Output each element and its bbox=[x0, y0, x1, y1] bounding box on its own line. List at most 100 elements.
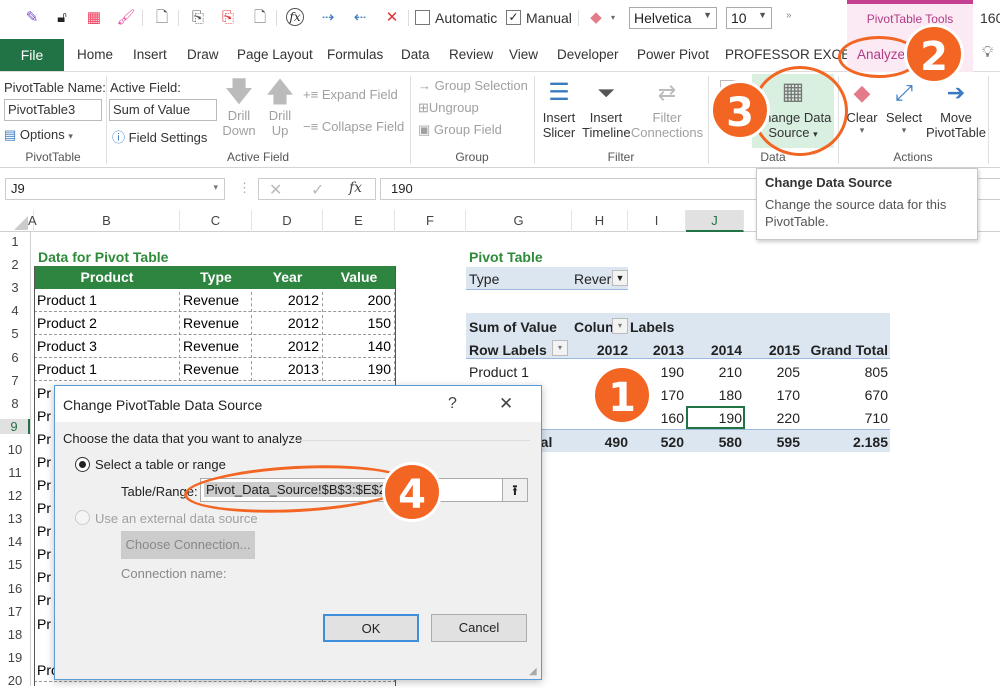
source-cell[interactable]: Pr bbox=[37, 500, 51, 516]
pivottable-name-input[interactable]: PivotTable3 bbox=[4, 99, 102, 121]
source-cell[interactable]: Revenue bbox=[180, 338, 252, 359]
expand-field-button[interactable]: +≡ Expand Field bbox=[303, 87, 398, 102]
insert-function-icon[interactable]: fx bbox=[349, 180, 362, 196]
source-cell[interactable]: 2013 bbox=[252, 361, 323, 382]
tab-view[interactable]: View bbox=[509, 47, 538, 62]
source-cell[interactable]: 140 bbox=[323, 338, 395, 359]
source-cell[interactable]: Pr bbox=[37, 523, 51, 539]
tab-home[interactable]: Home bbox=[77, 47, 113, 62]
radio-select-range[interactable] bbox=[75, 457, 90, 472]
link-icon[interactable]: 🗋 bbox=[152, 8, 172, 28]
select-all-icon[interactable] bbox=[14, 216, 28, 230]
pivot-cell[interactable]: 210 bbox=[684, 364, 742, 380]
automatic-checkbox[interactable] bbox=[415, 10, 430, 25]
format-painter-icon[interactable]: 🖌︎ bbox=[116, 8, 136, 28]
pivot-row-total[interactable]: 670 bbox=[800, 387, 888, 403]
source-cell[interactable]: Revenue bbox=[180, 292, 252, 312]
group-field-button[interactable]: ▣ Group Field bbox=[418, 122, 502, 138]
filter-icon[interactable]: ▼ bbox=[612, 270, 628, 286]
source-cell[interactable]: Pr bbox=[37, 546, 51, 562]
pivot-cell[interactable]: 170 bbox=[744, 387, 800, 403]
row-header-8[interactable]: 8 bbox=[0, 396, 30, 411]
ok-button[interactable]: OK bbox=[323, 614, 419, 642]
tab-formulas[interactable]: Formulas bbox=[327, 47, 383, 62]
column-header-g[interactable]: G bbox=[466, 210, 572, 232]
source-cell[interactable]: 2012 bbox=[252, 292, 323, 312]
cancel-button[interactable]: Cancel bbox=[431, 614, 527, 642]
source-cell[interactable]: Pr bbox=[37, 385, 51, 401]
source-cell[interactable]: 2012 bbox=[252, 315, 323, 336]
source-cell[interactable]: Pr bbox=[37, 569, 51, 585]
drill-down-button[interactable]: 🡇 Drill Down bbox=[222, 76, 256, 138]
column-header-i[interactable]: I bbox=[628, 210, 686, 232]
row-header-2[interactable]: 2 bbox=[0, 257, 30, 272]
row-header-14[interactable]: 14 bbox=[0, 534, 30, 549]
font-size-combo[interactable]: 10 ▼ bbox=[726, 7, 772, 29]
delete-page-break-icon[interactable]: ⎘ bbox=[218, 8, 238, 28]
choose-connection-button[interactable]: Choose Connection... bbox=[121, 531, 255, 559]
column-header-c[interactable]: C bbox=[180, 210, 252, 232]
row-header-17[interactable]: 17 bbox=[0, 604, 30, 619]
row-header-1[interactable]: 1 bbox=[0, 234, 30, 249]
source-cell[interactable]: Revenue bbox=[180, 361, 252, 382]
row-header-7[interactable]: 7 bbox=[0, 373, 30, 388]
source-cell[interactable]: Pr bbox=[37, 592, 51, 608]
tab-page-layout[interactable]: Page Layout bbox=[237, 47, 313, 62]
column-header-h[interactable]: H bbox=[572, 210, 628, 232]
row-header-3[interactable]: 3 bbox=[0, 280, 30, 295]
drill-up-button[interactable]: 🡅 Drill Up bbox=[263, 76, 297, 138]
cancel-icon[interactable]: ✕ bbox=[269, 180, 282, 200]
lock-icon[interactable]: 🔓︎ bbox=[52, 8, 72, 28]
source-cell[interactable]: Pr bbox=[37, 477, 51, 493]
source-cell[interactable]: 150 bbox=[323, 315, 395, 336]
more-commands-icon[interactable]: » bbox=[786, 10, 792, 21]
pivot-row-label[interactable]: Product 1 bbox=[469, 364, 529, 380]
select-button[interactable]: ⤢ Select ▾ bbox=[884, 76, 924, 136]
row-header-12[interactable]: 12 bbox=[0, 488, 30, 503]
pivot-cell[interactable]: 220 bbox=[744, 410, 800, 426]
form-icon[interactable]: ▦ bbox=[84, 8, 104, 28]
collapse-field-button[interactable]: −≡ Collapse Field bbox=[303, 119, 404, 134]
active-cell-j9[interactable] bbox=[686, 406, 745, 429]
field-settings-button[interactable]: ⓘ Field Settings bbox=[112, 127, 207, 146]
trace-precedents-icon[interactable]: ⇢ bbox=[318, 8, 338, 28]
source-cell[interactable]: Product 3 bbox=[34, 338, 180, 359]
remove-arrows-icon[interactable]: ✕ bbox=[382, 8, 402, 28]
help-button[interactable]: ? bbox=[448, 395, 457, 413]
row-header-4[interactable]: 4 bbox=[0, 303, 30, 318]
active-field-input[interactable]: Sum of Value bbox=[109, 99, 217, 121]
font-name-combo[interactable]: Helvetica ▼ bbox=[629, 7, 717, 29]
source-cell[interactable]: 2012 bbox=[252, 338, 323, 359]
pivot-cell[interactable]: 205 bbox=[744, 364, 800, 380]
source-cell[interactable]: Pr bbox=[37, 408, 51, 424]
group-selection-button[interactable]: → Group Selection bbox=[418, 78, 528, 93]
insert-slicer-button[interactable]: ☰ Insert Slicer bbox=[538, 76, 580, 140]
column-header-f[interactable]: F bbox=[395, 210, 466, 232]
row-header-18[interactable]: 18 bbox=[0, 627, 30, 642]
lightbulb-icon[interactable]: 💡︎ bbox=[982, 44, 993, 62]
column-filter-dropdown[interactable]: ▾ bbox=[612, 318, 628, 334]
chevron-down-icon[interactable]: ▾ bbox=[213, 182, 218, 193]
source-cell[interactable]: Product 1 bbox=[34, 292, 180, 312]
column-header-j[interactable]: J bbox=[686, 210, 744, 232]
row-filter-dropdown[interactable]: ▾ bbox=[552, 340, 568, 356]
source-cell[interactable]: 200 bbox=[323, 292, 395, 312]
enter-icon[interactable]: ✓ bbox=[311, 180, 324, 200]
column-header-e[interactable]: E bbox=[323, 210, 395, 232]
row-header-9[interactable]: 9 bbox=[0, 418, 30, 434]
row-header-16[interactable]: 16 bbox=[0, 581, 30, 596]
pivot-row-total[interactable]: 805 bbox=[800, 364, 888, 380]
name-box[interactable]: J9 ▾ bbox=[5, 178, 225, 200]
ungroup-button[interactable]: ⊞Ungroup bbox=[418, 100, 479, 116]
collapse-dialog-button[interactable]: ⭱ bbox=[502, 478, 528, 502]
source-cell[interactable]: Pr bbox=[37, 454, 51, 470]
row-header-15[interactable]: 15 bbox=[0, 557, 30, 572]
source-cell[interactable]: Product 1 bbox=[34, 361, 180, 382]
manual-checkbox[interactable]: ✓ bbox=[506, 10, 521, 25]
row-header-19[interactable]: 19 bbox=[0, 650, 30, 665]
row-header-6[interactable]: 6 bbox=[0, 350, 30, 365]
tab-data[interactable]: Data bbox=[401, 47, 430, 62]
eraser-dropdown-icon[interactable]: ▾ bbox=[603, 8, 623, 28]
close-button[interactable]: ✕ bbox=[499, 394, 513, 414]
radio-external-source[interactable] bbox=[75, 510, 90, 525]
